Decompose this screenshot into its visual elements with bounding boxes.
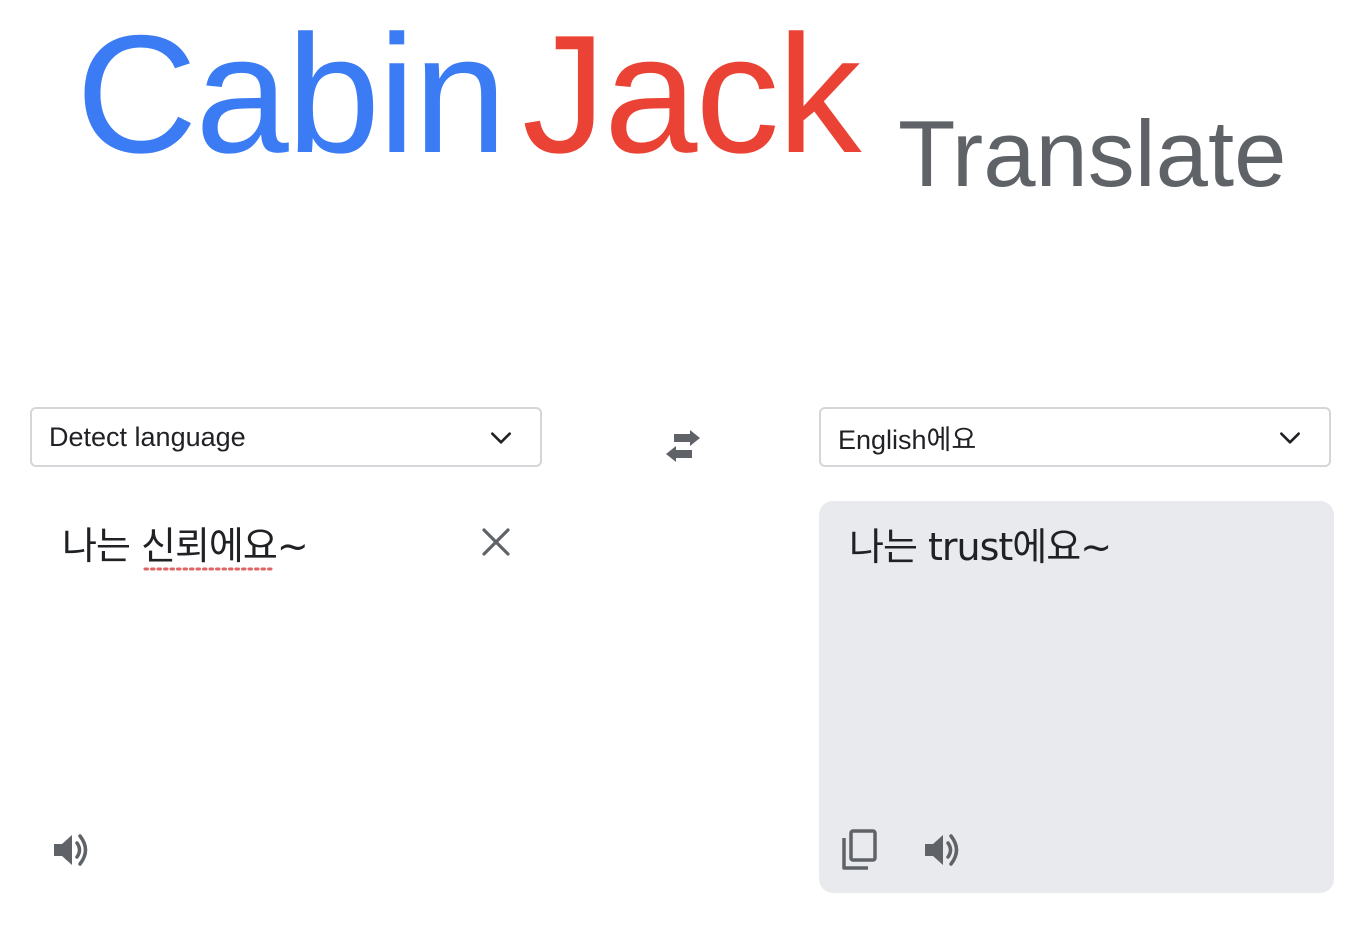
- chevron-down-icon: [1280, 432, 1300, 444]
- translation-output-panel: 나는 trust에요~: [819, 501, 1334, 893]
- logo-translate-text: Translate: [898, 101, 1287, 206]
- target-language-select[interactable]: English에요: [819, 407, 1331, 467]
- translation-output-text: 나는 trust에요~: [849, 525, 1112, 569]
- spellcheck-underline: [143, 567, 276, 571]
- logo-cabin-text: Cabin: [76, 0, 507, 188]
- target-language-label: English에요: [838, 424, 977, 455]
- close-icon[interactable]: [480, 526, 512, 558]
- chevron-down-icon: [491, 432, 511, 444]
- speaker-icon[interactable]: [52, 830, 92, 870]
- swap-languages-icon[interactable]: [662, 430, 704, 466]
- copy-icon[interactable]: [839, 828, 879, 872]
- source-text-input[interactable]: 나는 신뢰에요~: [62, 520, 309, 572]
- source-language-select[interactable]: Detect language: [30, 407, 542, 467]
- speaker-icon[interactable]: [923, 830, 963, 870]
- source-language-label: Detect language: [49, 421, 246, 452]
- logo-jack-text: Jack: [522, 0, 861, 188]
